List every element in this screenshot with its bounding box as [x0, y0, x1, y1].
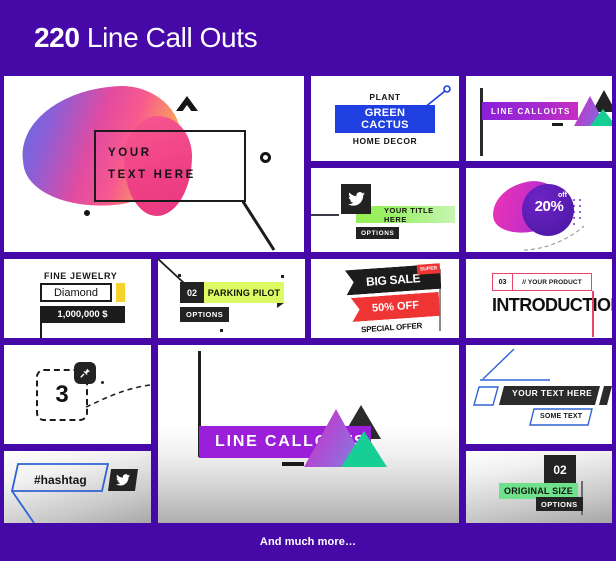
dash-marker: [552, 123, 563, 126]
hero-text-panel[interactable]: YOUR TEXT HERE: [4, 76, 304, 252]
horizontal-connector-line: [311, 214, 339, 216]
parking-number: 02: [180, 282, 204, 303]
plus-icon[interactable]: +: [480, 385, 487, 399]
callout-tail-line: [242, 200, 276, 251]
plant-highlight-label: GREEN CACTUS: [335, 105, 435, 133]
sale-ribbon-group: BIG SALE 50% OFF SPECIAL OFFER: [345, 264, 444, 335]
circle-outline-icon: [260, 152, 271, 163]
intro-product-label: // YOUR PRODUCT: [522, 278, 582, 286]
introduction-panel[interactable]: 03 // YOUR PRODUCT INTRODUCTION: [466, 259, 612, 338]
big-sale-panel[interactable]: BIG SALE 50% OFF SPECIAL OFFER SUPER: [311, 259, 459, 338]
dot-icon: [84, 210, 90, 216]
super-badge: SUPER: [416, 263, 441, 275]
dash-marker: [282, 462, 304, 466]
hero-text: YOUR TEXT HERE: [108, 147, 196, 181]
product-tag-box: 03 // YOUR PRODUCT: [492, 273, 592, 291]
sale-discount: 50% OFF: [351, 292, 440, 322]
dot-marker: [178, 274, 181, 277]
footer-text: And much more…: [259, 536, 357, 548]
options-tag[interactable]: OPTIONS: [536, 497, 583, 511]
vertical-line: [40, 323, 42, 338]
parking-label: PARKING PILOT: [204, 282, 284, 303]
intro-title: INTRODUCTION: [492, 295, 612, 315]
header-bar: 220 Line Call Outs: [0, 0, 616, 72]
hashtag-panel[interactable]: #hashtag: [4, 451, 151, 523]
intro-number: 03: [493, 274, 513, 290]
number-three-panel[interactable]: 3: [4, 345, 151, 444]
options-tag[interactable]: OPTIONS: [180, 307, 230, 322]
dot-marker: [220, 329, 223, 332]
promo-preview-page: 220 Line Call Outs YOUR TEXT HERE PLANT …: [0, 0, 616, 561]
sale-sub-label: SPECIAL OFFER: [360, 321, 423, 335]
discount-blob-panel[interactable]: 20% off: [466, 168, 612, 252]
twitter-icon[interactable]: [108, 469, 138, 491]
discount-percent: 20%: [534, 198, 564, 215]
ribbon-fold: [277, 303, 284, 308]
three-number: 3: [55, 381, 69, 408]
vertical-line: [592, 291, 594, 337]
title-count: 220: [34, 22, 80, 53]
plant-text-stack: PLANT GREEN CACTUS HOME DECOR: [335, 92, 435, 146]
plant-callout-panel[interactable]: PLANT GREEN CACTUS HOME DECOR: [311, 76, 459, 161]
line-callouts-small-panel[interactable]: LINE CALLOUTS: [466, 76, 612, 161]
twitter-icon[interactable]: [341, 184, 371, 214]
plant-top-label: PLANT: [369, 92, 401, 102]
fine-jewelry-panel[interactable]: FINE JEWELRY Diamond 1,000,000 $: [4, 259, 151, 338]
vertical-line: [480, 88, 483, 156]
discount-off-label: off: [558, 192, 567, 199]
line-callouts-big-panel[interactable]: LINE CALLOUTS: [158, 345, 459, 523]
original-size-panel[interactable]: 02 ORIGINAL SIZE OPTIONS: [466, 451, 612, 523]
hashtag-text: #hashtag: [34, 473, 87, 487]
page-title: 220 Line Call Outs: [34, 22, 258, 54]
plug-icon[interactable]: [74, 362, 96, 384]
your-text-here-panel[interactable]: + YOUR TEXT HERE SOME TEXT: [466, 345, 612, 444]
original-size-number: 02: [544, 455, 576, 485]
panel-grid: YOUR TEXT HERE PLANT GREEN CACTUS HOME D…: [0, 72, 616, 523]
line-callouts-label: LINE CALLOUTS: [491, 106, 571, 116]
footer-bar: And much more…: [0, 523, 616, 561]
plant-bottom-label: HOME DECOR: [352, 136, 418, 146]
jewelry-item-label: Diamond: [40, 283, 112, 302]
jewelry-price-label: 1,000,000 $: [40, 306, 125, 323]
title-text: Line Call Outs: [79, 22, 258, 53]
options-tag[interactable]: OPTIONS: [356, 227, 400, 239]
jewelry-title: FINE JEWELRY: [44, 271, 118, 281]
yellow-accent-bar: [116, 283, 125, 302]
your-text-label: YOUR TEXT HERE: [512, 388, 593, 398]
dot-marker: [101, 381, 104, 384]
dashed-curve-line: [523, 225, 585, 251]
triangle-inner-icon: [182, 105, 192, 112]
parking-pilot-panel[interactable]: 02 PARKING PILOT OPTIONS: [158, 259, 305, 338]
twitter-title-panel[interactable]: YOUR TITLE HERE OPTIONS: [311, 168, 459, 252]
some-text-label: SOME TEXT: [540, 413, 583, 420]
dot-marker: [281, 275, 284, 278]
line-callouts-bar: LINE CALLOUTS: [482, 102, 578, 120]
